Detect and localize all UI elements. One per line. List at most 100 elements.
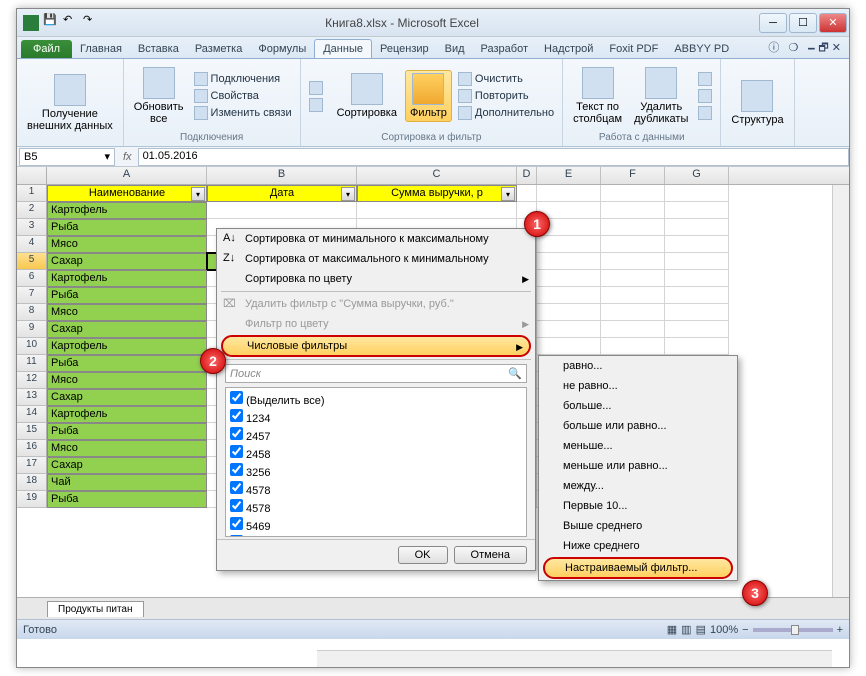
between-item[interactable]: между...: [539, 476, 737, 496]
filter-value-checkbox[interactable]: 2457: [228, 426, 524, 444]
save-icon[interactable]: 💾: [43, 13, 59, 29]
reapply-button[interactable]: Повторить: [456, 88, 556, 104]
col-header[interactable]: A: [47, 167, 207, 184]
formula-input[interactable]: 01.05.2016: [138, 148, 849, 166]
sort-color-item[interactable]: Сортировка по цвету▶: [217, 269, 535, 289]
table-cell[interactable]: [357, 202, 517, 219]
filter-value-checkbox[interactable]: 7855: [228, 534, 524, 537]
whatif-icon[interactable]: [696, 105, 714, 121]
view-layout-icon[interactable]: ▥: [681, 623, 691, 636]
greater-equal-item[interactable]: больше или равно...: [539, 416, 737, 436]
custom-filter-item[interactable]: Настраиваемый фильтр...: [543, 557, 733, 579]
greater-item[interactable]: больше...: [539, 396, 737, 416]
properties-button[interactable]: Свойства: [192, 88, 294, 104]
table-cell[interactable]: Сахар: [47, 389, 207, 406]
zoom-in-icon[interactable]: +: [837, 624, 843, 636]
filter-values-list[interactable]: (Выделить все) 1234 2457 2458 3256 4578 …: [225, 387, 527, 537]
tab-data[interactable]: Данные: [314, 39, 372, 58]
zoom-controls[interactable]: ▦ ▥ ▤ 100% − +: [667, 623, 843, 636]
col-header[interactable]: B: [207, 167, 357, 184]
col-header[interactable]: F: [601, 167, 665, 184]
remove-duplicates-button[interactable]: Удалить дубликаты: [630, 65, 692, 127]
tab-foxit[interactable]: Foxit PDF: [601, 40, 666, 58]
table-cell[interactable]: Рыба: [47, 287, 207, 304]
tab-layout[interactable]: Разметка: [187, 40, 251, 58]
not-equals-item[interactable]: не равно...: [539, 376, 737, 396]
file-tab[interactable]: Файл: [21, 40, 72, 58]
view-normal-icon[interactable]: ▦: [667, 623, 677, 636]
cancel-button[interactable]: Отмена: [454, 546, 527, 564]
equals-item[interactable]: равно...: [539, 356, 737, 376]
filter-button[interactable]: Фильтр: [405, 70, 452, 122]
table-cell[interactable]: Рыба: [47, 423, 207, 440]
tab-home[interactable]: Главная: [72, 40, 130, 58]
minimize-button[interactable]: ─: [759, 13, 787, 33]
less-equal-item[interactable]: меньше или равно...: [539, 456, 737, 476]
above-avg-item[interactable]: Выше среднего: [539, 516, 737, 536]
filter-dropdown-icon[interactable]: ▾: [501, 187, 515, 201]
table-cell[interactable]: Мясо: [47, 372, 207, 389]
col-header[interactable]: C: [357, 167, 517, 184]
quick-access-toolbar[interactable]: 💾 ↶ ↷: [43, 13, 99, 29]
refresh-all-button[interactable]: Обновить все: [130, 65, 188, 127]
view-break-icon[interactable]: ▤: [696, 623, 706, 636]
table-cell[interactable]: Мясо: [47, 304, 207, 321]
sort-asc-icon[interactable]: [307, 80, 325, 96]
sheet-tab[interactable]: Продукты питан: [47, 601, 144, 617]
select-all-corner[interactable]: [17, 167, 47, 184]
redo-icon[interactable]: ↷: [83, 13, 99, 29]
less-item[interactable]: меньше...: [539, 436, 737, 456]
filter-search-input[interactable]: Поиск🔍: [225, 364, 527, 383]
table-cell[interactable]: Мясо: [47, 440, 207, 457]
horizontal-scrollbar[interactable]: [317, 650, 832, 667]
validation-icon[interactable]: [696, 71, 714, 87]
connections-button[interactable]: Подключения: [192, 71, 294, 87]
consolidate-icon[interactable]: [696, 88, 714, 104]
filter-dropdown-icon[interactable]: ▾: [341, 187, 355, 201]
number-filters-item[interactable]: Числовые фильтры▶: [221, 335, 531, 357]
vertical-scrollbar[interactable]: [832, 185, 849, 597]
close-button[interactable]: ✕: [819, 13, 847, 33]
filter-value-checkbox[interactable]: 1234: [228, 408, 524, 426]
tab-insert[interactable]: Вставка: [130, 40, 187, 58]
edit-links-button[interactable]: Изменить связи: [192, 105, 294, 121]
ok-button[interactable]: OK: [398, 546, 448, 564]
outline-button[interactable]: Структура: [727, 78, 787, 128]
table-cell[interactable]: [207, 202, 357, 219]
below-avg-item[interactable]: Ниже среднего: [539, 536, 737, 556]
top10-item[interactable]: Первые 10...: [539, 496, 737, 516]
tab-abbyy[interactable]: ABBYY PD: [666, 40, 737, 58]
help-icons[interactable]: ⓘ ❍ 🗕 🗗 ✕: [768, 39, 849, 58]
filter-value-checkbox[interactable]: 2458: [228, 444, 524, 462]
sort-desc-item[interactable]: Z↓Сортировка от максимального к минималь…: [217, 249, 535, 269]
tab-view[interactable]: Вид: [437, 40, 473, 58]
tab-addins[interactable]: Надстрой: [536, 40, 601, 58]
filter-value-checkbox[interactable]: 5469: [228, 516, 524, 534]
header-name[interactable]: Наименование▾: [47, 185, 207, 202]
clear-filter-button[interactable]: Очистить: [456, 71, 556, 87]
table-cell[interactable]: Картофель: [47, 270, 207, 287]
filter-dropdown-icon[interactable]: ▾: [191, 187, 205, 201]
tab-review[interactable]: Рецензир: [372, 40, 437, 58]
table-cell[interactable]: Сахар: [47, 253, 207, 270]
chevron-down-icon[interactable]: ▾: [104, 150, 110, 163]
col-header[interactable]: E: [537, 167, 601, 184]
zoom-slider[interactable]: [753, 628, 833, 632]
filter-value-checkbox[interactable]: 4578: [228, 498, 524, 516]
table-cell[interactable]: Чай: [47, 474, 207, 491]
col-header[interactable]: D: [517, 167, 537, 184]
header-date[interactable]: Дата▾: [207, 185, 357, 202]
fx-icon[interactable]: fx: [117, 151, 138, 163]
filter-value-checkbox[interactable]: 3256: [228, 462, 524, 480]
table-cell[interactable]: Сахар: [47, 457, 207, 474]
zoom-level[interactable]: 100%: [710, 624, 738, 636]
name-box[interactable]: B5▾: [19, 148, 115, 166]
filter-value-checkbox[interactable]: 4578: [228, 480, 524, 498]
tab-formulas[interactable]: Формулы: [250, 40, 314, 58]
sort-asc-item[interactable]: A↓Сортировка от минимального к максималь…: [217, 229, 535, 249]
external-data-button[interactable]: Получение внешних данных: [23, 72, 117, 134]
table-cell[interactable]: Картофель: [47, 338, 207, 355]
advanced-button[interactable]: Дополнительно: [456, 105, 556, 121]
undo-icon[interactable]: ↶: [63, 13, 79, 29]
tab-developer[interactable]: Разработ: [473, 40, 536, 58]
